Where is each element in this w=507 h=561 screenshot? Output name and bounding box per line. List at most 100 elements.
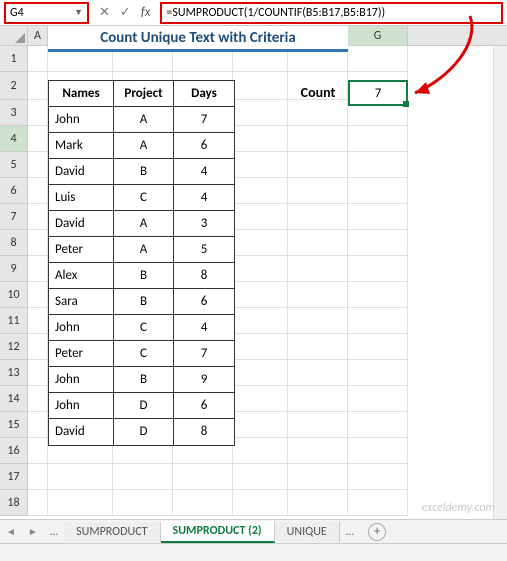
row-header[interactable]: 4 <box>0 126 28 152</box>
row-header[interactable]: 5 <box>0 152 28 178</box>
cell[interactable] <box>288 412 348 438</box>
cell[interactable] <box>288 334 348 360</box>
cell[interactable] <box>348 204 408 230</box>
cell[interactable] <box>28 386 48 412</box>
cell[interactable] <box>233 282 288 308</box>
cell[interactable] <box>28 204 48 230</box>
tab-unique[interactable]: UNIQUE <box>275 522 340 542</box>
tab-sumproduct[interactable]: SUMPRODUCT <box>64 522 160 542</box>
row-header[interactable]: 2 <box>0 72 28 100</box>
cell[interactable] <box>233 386 288 412</box>
cell[interactable] <box>288 178 348 204</box>
enter-icon[interactable]: ✓ <box>120 5 131 20</box>
row-header[interactable]: 16 <box>0 438 28 464</box>
cell[interactable] <box>348 152 408 178</box>
row-header[interactable]: 14 <box>0 386 28 412</box>
cell[interactable] <box>288 152 348 178</box>
cell[interactable] <box>348 438 408 464</box>
add-sheet-button[interactable]: + <box>368 523 386 541</box>
cell[interactable] <box>28 152 48 178</box>
cell[interactable] <box>233 334 288 360</box>
cell[interactable] <box>233 100 288 126</box>
cell[interactable] <box>28 360 48 386</box>
cell[interactable] <box>288 490 348 516</box>
cell[interactable] <box>28 256 48 282</box>
cell[interactable] <box>28 490 48 516</box>
cell[interactable] <box>28 308 48 334</box>
cell[interactable] <box>28 100 48 126</box>
cell[interactable] <box>48 490 113 516</box>
cell[interactable] <box>288 126 348 152</box>
cell[interactable] <box>233 72 288 100</box>
cell[interactable] <box>348 360 408 386</box>
name-box[interactable]: G4 ▼ <box>4 2 89 24</box>
cell[interactable] <box>233 126 288 152</box>
cell[interactable] <box>288 308 348 334</box>
cell[interactable] <box>233 360 288 386</box>
col-header-a[interactable]: A <box>28 26 48 45</box>
cell[interactable] <box>28 464 48 490</box>
cell[interactable] <box>233 464 288 490</box>
cell[interactable] <box>173 490 233 516</box>
row-header[interactable]: 11 <box>0 308 28 334</box>
cell[interactable] <box>348 464 408 490</box>
row-header[interactable]: 17 <box>0 464 28 490</box>
cell[interactable] <box>288 438 348 464</box>
cell[interactable] <box>28 178 48 204</box>
row-header[interactable]: 8 <box>0 230 28 256</box>
row-header[interactable]: 13 <box>0 360 28 386</box>
tab-nav-next-icon[interactable]: ► <box>22 525 44 538</box>
active-cell[interactable]: 7 <box>348 80 408 106</box>
cell[interactable] <box>348 230 408 256</box>
select-all-corner[interactable] <box>0 26 28 45</box>
cell[interactable] <box>288 204 348 230</box>
cell[interactable] <box>348 334 408 360</box>
row-header[interactable]: 18 <box>0 490 28 516</box>
col-header-g[interactable]: G <box>348 26 408 45</box>
cell[interactable] <box>28 72 48 100</box>
row-header[interactable]: 6 <box>0 178 28 204</box>
row-header[interactable]: 10 <box>0 282 28 308</box>
cell[interactable] <box>28 46 48 72</box>
fx-icon[interactable]: fx <box>141 5 151 20</box>
cell[interactable] <box>288 282 348 308</box>
cell[interactable] <box>348 256 408 282</box>
cell[interactable] <box>233 178 288 204</box>
row-header[interactable]: 12 <box>0 334 28 360</box>
cell[interactable] <box>348 46 408 72</box>
row-header[interactable]: 1 <box>0 46 28 72</box>
cell[interactable] <box>28 438 48 464</box>
cell[interactable] <box>233 490 288 516</box>
cell[interactable] <box>173 464 233 490</box>
cell[interactable] <box>233 230 288 256</box>
cell[interactable] <box>233 308 288 334</box>
cell[interactable] <box>113 464 173 490</box>
cancel-icon[interactable]: ✕ <box>99 5 110 20</box>
cell[interactable] <box>348 412 408 438</box>
cell[interactable] <box>28 282 48 308</box>
cell[interactable] <box>288 256 348 282</box>
cell[interactable] <box>288 464 348 490</box>
tab-sumproduct-2[interactable]: SUMPRODUCT (2) <box>161 521 275 543</box>
cell[interactable] <box>233 256 288 282</box>
cell[interactable] <box>28 230 48 256</box>
cell[interactable] <box>233 438 288 464</box>
cell[interactable] <box>233 152 288 178</box>
cell[interactable] <box>348 308 408 334</box>
cell[interactable] <box>348 178 408 204</box>
cell[interactable] <box>48 464 113 490</box>
tab-nav-prev-icon[interactable]: ◄ <box>0 525 22 538</box>
cell[interactable] <box>348 126 408 152</box>
tab-overflow-left[interactable]: … <box>44 525 64 539</box>
cell[interactable] <box>28 412 48 438</box>
row-header[interactable]: 7 <box>0 204 28 230</box>
cell[interactable] <box>28 334 48 360</box>
vertical-scrollbar[interactable] <box>493 46 507 519</box>
cell[interactable] <box>233 412 288 438</box>
tab-overflow-right[interactable]: … <box>340 525 360 539</box>
formula-input[interactable]: =SUMPRODUCT(1/COUNTIF(B5:B17,B5:B17)) <box>160 2 503 24</box>
cell[interactable] <box>288 386 348 412</box>
cell[interactable] <box>288 230 348 256</box>
row-header[interactable]: 3 <box>0 100 28 126</box>
cell[interactable] <box>28 126 48 152</box>
